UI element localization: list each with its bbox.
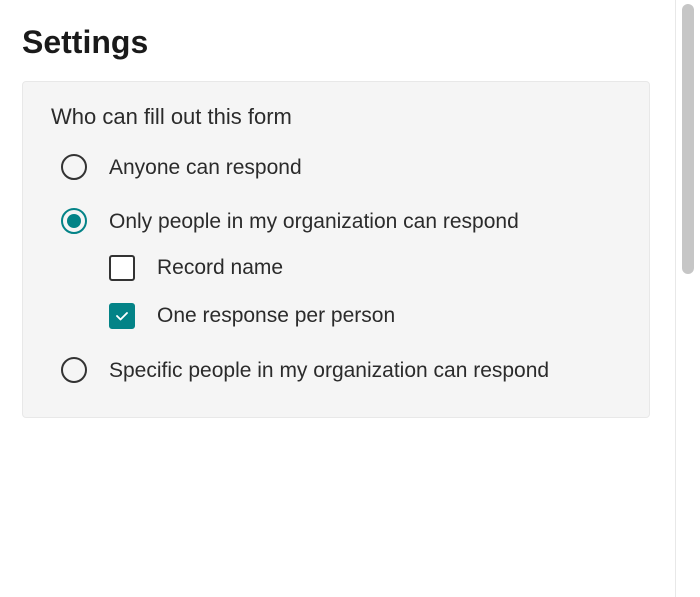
scrollbar-thumb[interactable]	[682, 4, 694, 274]
panel-heading: Who can fill out this form	[51, 104, 621, 130]
page-title: Settings	[22, 24, 650, 61]
checkbox-icon-checked	[109, 303, 135, 329]
radio-label-organization: Only people in my organization can respo…	[109, 206, 539, 238]
radio-option-specific[interactable]: Specific people in my organization can r…	[51, 355, 621, 387]
radio-icon	[61, 357, 87, 383]
radio-label-specific: Specific people in my organization can r…	[109, 355, 569, 387]
settings-content: Settings Who can fill out this form Anyo…	[0, 0, 672, 442]
checkbox-label-record-name: Record name	[157, 256, 283, 280]
checkbox-icon-unchecked	[109, 255, 135, 281]
checkbox-label-one-response: One response per person	[157, 304, 395, 328]
organization-sub-options: Record name One response per person	[109, 255, 621, 329]
radio-option-organization[interactable]: Only people in my organization can respo…	[51, 206, 621, 238]
checkmark-icon	[114, 308, 130, 324]
checkbox-option-record-name[interactable]: Record name	[109, 255, 621, 281]
radio-icon	[61, 154, 87, 180]
radio-label-anyone: Anyone can respond	[109, 152, 322, 184]
radio-icon-selected	[61, 208, 87, 234]
checkbox-option-one-response[interactable]: One response per person	[109, 303, 621, 329]
scrollbar-track[interactable]	[675, 0, 700, 597]
radio-option-anyone[interactable]: Anyone can respond	[51, 152, 621, 184]
who-can-fill-out-panel: Who can fill out this form Anyone can re…	[22, 81, 650, 418]
